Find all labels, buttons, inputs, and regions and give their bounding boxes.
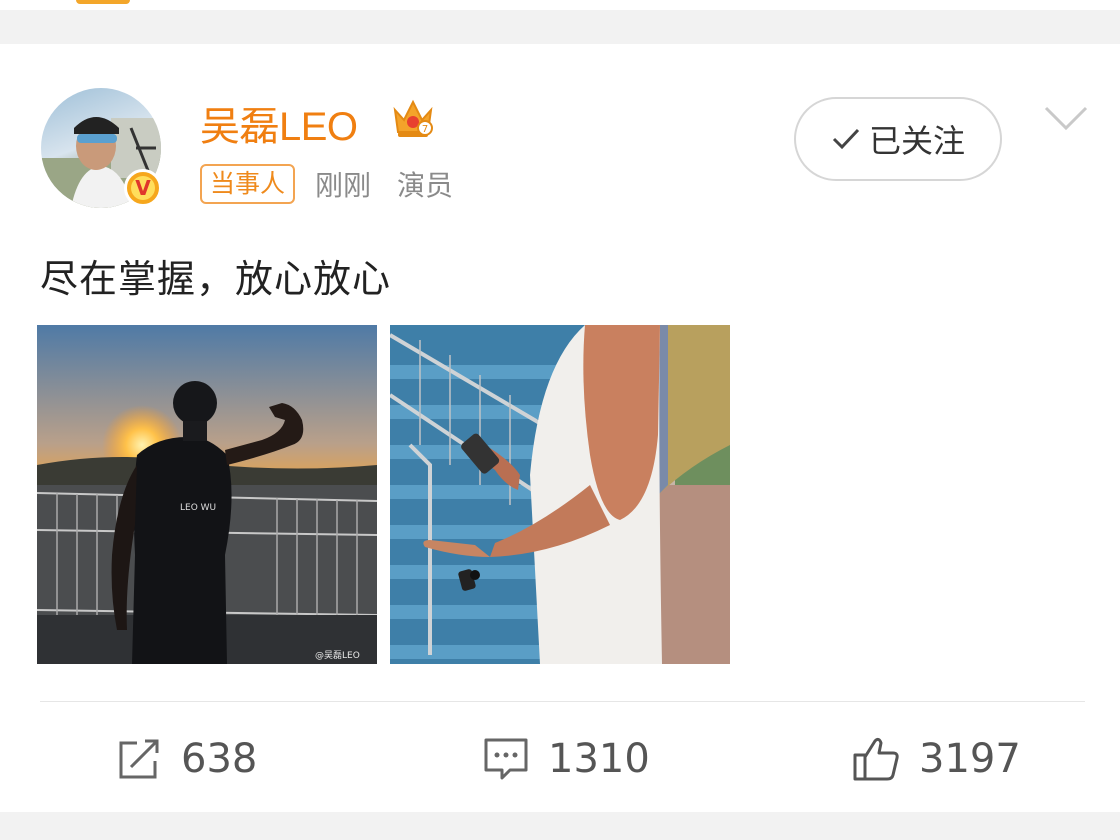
comment-count: 1310 <box>548 736 650 782</box>
follow-button-label: 已关注 <box>868 122 965 160</box>
post-image-1[interactable]: LEO WU @吴磊LEO <box>37 325 377 664</box>
post-image-1-picture: LEO WU @吴磊LEO <box>37 325 377 664</box>
check-icon <box>832 128 860 150</box>
repost-button[interactable]: 638 <box>115 724 257 794</box>
comment-button[interactable]: 1310 <box>482 724 650 794</box>
author-meta: 当事人 刚刚 演员 <box>200 164 453 204</box>
svg-text:LEO WU: LEO WU <box>180 503 216 513</box>
repost-icon <box>119 739 159 779</box>
action-bar: 638 1310 3197 <box>0 724 1120 794</box>
post-text: 尽在掌握，放心放心 <box>40 257 392 301</box>
follow-button[interactable]: 已关注 <box>794 97 1002 181</box>
chevron-down-icon[interactable] <box>1044 104 1088 132</box>
svg-text:7: 7 <box>422 124 428 135</box>
role-badge: 当事人 <box>200 164 296 204</box>
post-image-2-picture <box>390 325 730 664</box>
post-time: 刚刚 <box>315 169 372 202</box>
author-title: 演员 <box>397 169 454 202</box>
author-name[interactable]: 吴磊LEO <box>200 94 358 152</box>
comment-icon <box>484 738 528 780</box>
image-watermark: @吴磊LEO <box>315 650 360 661</box>
like-button[interactable]: 3197 <box>851 724 1021 794</box>
previous-post-badge-fragment <box>76 0 130 4</box>
repost-count: 638 <box>181 736 258 782</box>
verified-v-badge-icon: V <box>124 169 162 207</box>
post-card[interactable]: V 吴磊LEO 7 当事人 刚刚 演员 已关注 尽在掌握，放心放心 LEO WU… <box>0 44 1120 812</box>
previous-post-edge <box>0 0 1120 10</box>
thumbs-up-icon <box>853 737 899 781</box>
post-image-2[interactable] <box>390 325 730 664</box>
crown-icon[interactable]: 7 <box>390 96 436 140</box>
like-count: 3197 <box>919 736 1021 782</box>
divider <box>40 701 1085 702</box>
